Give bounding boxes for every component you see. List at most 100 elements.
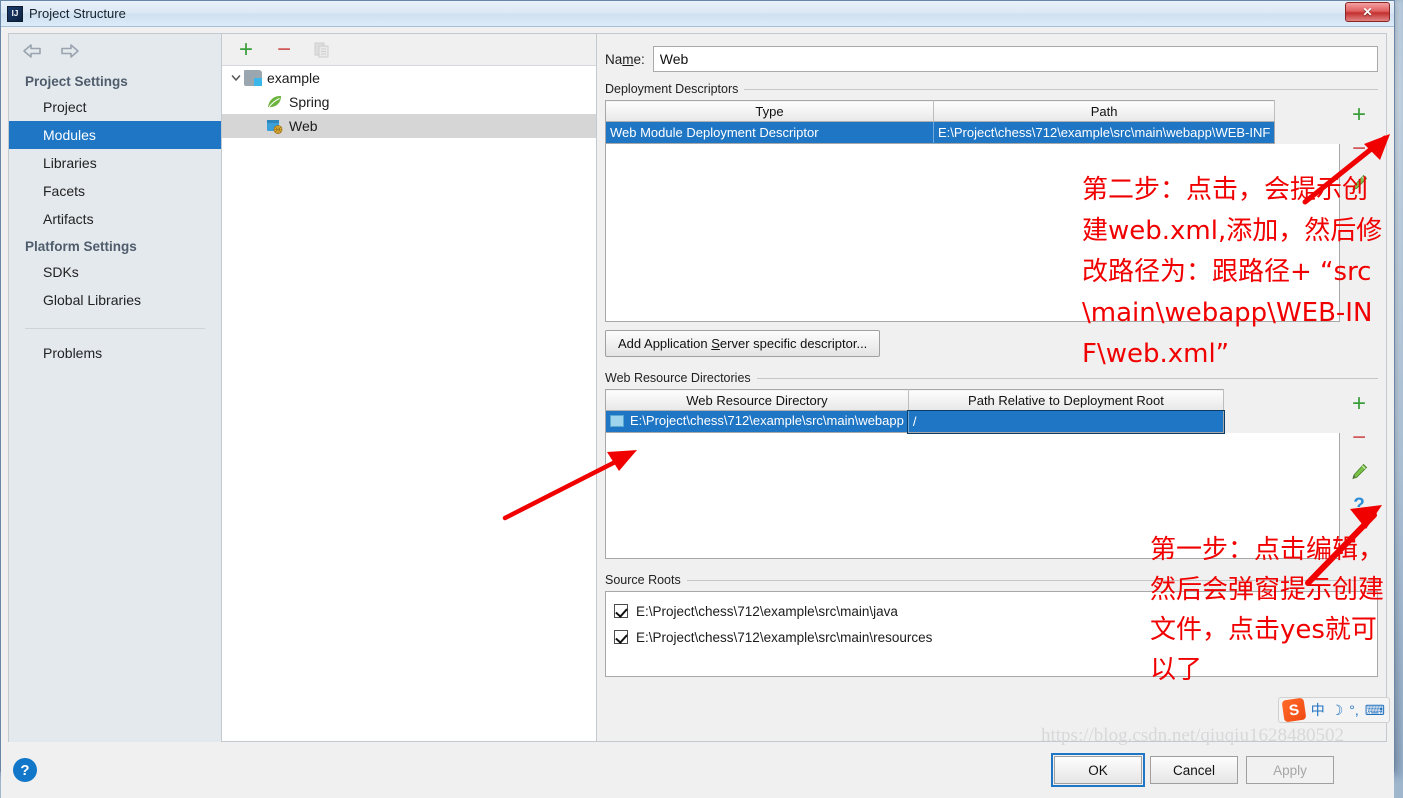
navigation-arrows xyxy=(9,34,221,68)
apply-button: Apply xyxy=(1246,756,1334,784)
keyboard-icon[interactable]: ⌨ xyxy=(1365,702,1385,719)
column-header-path[interactable]: Path xyxy=(933,100,1276,122)
cell-type: Web Module Deployment Descriptor xyxy=(605,121,934,144)
web-resource-directories-section: Web Resource Directories Web Resource Di… xyxy=(605,371,1378,559)
section-label: Deployment Descriptors xyxy=(605,82,739,96)
dialog-footer: ? OK Cancel Apply xyxy=(1,742,1394,798)
tree-node-example[interactable]: example xyxy=(222,66,596,90)
ime-mode-chinese[interactable]: 中 xyxy=(1311,700,1325,720)
module-name-label: Name: xyxy=(605,51,645,67)
sidebar-item-modules[interactable]: Modules xyxy=(9,121,221,149)
sidebar-group-project-settings: Project Settings xyxy=(25,74,128,89)
cell-path: E:\Project\chess\712\example\src\main\we… xyxy=(932,121,1275,144)
modules-tree-pane: + − example Spring Web xyxy=(222,33,597,742)
source-roots-title: Source Roots xyxy=(605,573,1378,587)
arrow-right-icon[interactable] xyxy=(59,42,81,60)
table-row[interactable]: E:\Project\chess\712\example\src\main\we… xyxy=(605,409,1225,434)
sidebar-item-libraries[interactable]: Libraries xyxy=(9,149,221,177)
sogou-pinyin-icon[interactable]: S xyxy=(1281,697,1307,723)
deployment-descriptors-empty-area xyxy=(605,144,1340,322)
module-folder-icon xyxy=(244,70,262,86)
section-rule xyxy=(686,579,1378,581)
plus-icon[interactable]: + xyxy=(236,37,256,61)
window-title: Project Structure xyxy=(29,6,126,21)
sidebar-item-project[interactable]: Project xyxy=(9,93,221,121)
window-titlebar: Project Structure ✕ xyxy=(1,1,1394,27)
deployment-descriptors-tools: + − xyxy=(1340,100,1378,322)
column-header-type[interactable]: Type xyxy=(605,100,934,122)
tree-node-label: Web xyxy=(289,118,318,134)
sidebar-divider xyxy=(25,328,205,329)
checkbox-icon[interactable] xyxy=(614,630,628,644)
web-resource-directories-tools: + − ? xyxy=(1340,389,1378,559)
section-label: Source Roots xyxy=(605,573,681,587)
web-resource-directories-table: Web Resource Directory Path Relative to … xyxy=(605,389,1225,434)
sidebar-item-sdks[interactable]: SDKs xyxy=(9,258,221,286)
help-question-icon[interactable]: ? xyxy=(13,758,37,782)
tree-node-label: example xyxy=(267,70,320,86)
sogou-ime-toolbar[interactable]: S 中 ☽ °, ⌨ xyxy=(1277,697,1390,723)
sidebar-item-artifacts[interactable]: Artifacts xyxy=(9,205,221,233)
source-root-item[interactable]: E:\Project\chess\712\example\src\main\re… xyxy=(614,624,1369,650)
modules-tree-toolbar: + − xyxy=(222,34,596,66)
dialog-content: Project Settings Project Modules Librari… xyxy=(1,27,1394,742)
plus-icon[interactable]: + xyxy=(1349,103,1369,127)
cell-text: E:\Project\chess\712\example\src\main\we… xyxy=(630,413,904,429)
add-app-server-descriptor-button[interactable]: Add Application Server specific descript… xyxy=(605,330,881,357)
spring-leaf-icon xyxy=(266,94,284,110)
table-header-row: Web Resource Directory Path Relative to … xyxy=(605,389,1225,411)
table-header-row: Type Path xyxy=(605,100,1276,122)
checkbox-icon[interactable] xyxy=(614,604,628,618)
tree-node-spring[interactable]: Spring xyxy=(222,90,596,114)
sidebar-item-facets[interactable]: Facets xyxy=(9,177,221,205)
section-label: Web Resource Directories xyxy=(605,371,751,385)
deployment-descriptors-table: Type Path Web Module Deployment Descript… xyxy=(605,100,1276,144)
cell-web-resource-directory: E:\Project\chess\712\example\src\main\we… xyxy=(605,410,909,433)
ok-button[interactable]: OK xyxy=(1051,753,1145,787)
module-settings-pane: Name: Deployment Descriptors Ty xyxy=(597,33,1387,742)
arrow-left-icon[interactable] xyxy=(21,42,43,60)
tree-node-web[interactable]: Web xyxy=(222,114,596,138)
sidebar-item-global-libraries[interactable]: Global Libraries xyxy=(9,286,221,314)
sidebar-group-platform-settings: Platform Settings xyxy=(25,239,137,254)
minus-icon[interactable]: − xyxy=(274,37,294,61)
module-name-input[interactable] xyxy=(652,46,1378,72)
column-header-web-resource-directory[interactable]: Web Resource Directory xyxy=(605,389,909,411)
pencil-icon[interactable] xyxy=(1349,172,1369,194)
minus-icon[interactable]: − xyxy=(1349,137,1369,161)
help-icon[interactable]: ? xyxy=(1349,495,1369,517)
settings-sidebar: Project Settings Project Modules Librari… xyxy=(8,33,222,742)
web-module-icon xyxy=(266,118,284,134)
degree-comma-icon[interactable]: °, xyxy=(1349,702,1359,718)
moon-icon[interactable]: ☽ xyxy=(1331,702,1344,719)
deployment-descriptors-title: Deployment Descriptors xyxy=(605,82,1378,96)
table-row[interactable]: Web Module Deployment Descriptor E:\Proj… xyxy=(605,121,1275,144)
source-roots-list: E:\Project\chess\712\example\src\main\ja… xyxy=(605,591,1378,677)
section-rule xyxy=(756,377,1378,379)
project-structure-dialog: Project Structure ✕ Project Settings Pro… xyxy=(0,0,1395,798)
folder-icon xyxy=(610,414,624,427)
dialog-action-buttons: OK Cancel Apply xyxy=(1051,753,1334,787)
source-root-path: E:\Project\chess\712\example\src\main\re… xyxy=(636,629,933,645)
chevron-down-icon[interactable] xyxy=(228,72,244,84)
minus-icon[interactable]: − xyxy=(1349,426,1369,450)
tree-node-label: Spring xyxy=(289,94,330,110)
section-rule xyxy=(744,88,1378,90)
copy-icon[interactable] xyxy=(312,40,332,60)
module-name-row: Name: xyxy=(597,42,1386,72)
plus-icon[interactable]: + xyxy=(1349,392,1369,416)
intellij-idea-logo-icon xyxy=(7,5,23,22)
web-resource-directories-table-wrap: Web Resource Directory Path Relative to … xyxy=(605,389,1378,559)
web-resource-directories-title: Web Resource Directories xyxy=(605,371,1378,385)
source-root-item[interactable]: E:\Project\chess\712\example\src\main\ja… xyxy=(614,598,1369,624)
close-icon: ✕ xyxy=(1362,5,1373,19)
close-button[interactable]: ✕ xyxy=(1345,2,1390,22)
pencil-icon[interactable] xyxy=(1349,461,1369,483)
web-resource-directories-empty-area xyxy=(605,433,1340,559)
deployment-descriptors-section: Deployment Descriptors Type Path Web Mod… xyxy=(605,82,1378,357)
cell-relative-path: / xyxy=(907,409,1225,434)
source-roots-section: Source Roots E:\Project\chess\712\exampl… xyxy=(605,573,1378,677)
column-header-path-relative[interactable]: Path Relative to Deployment Root xyxy=(908,389,1225,411)
cancel-button[interactable]: Cancel xyxy=(1150,756,1238,784)
sidebar-item-problems[interactable]: Problems xyxy=(9,339,221,367)
